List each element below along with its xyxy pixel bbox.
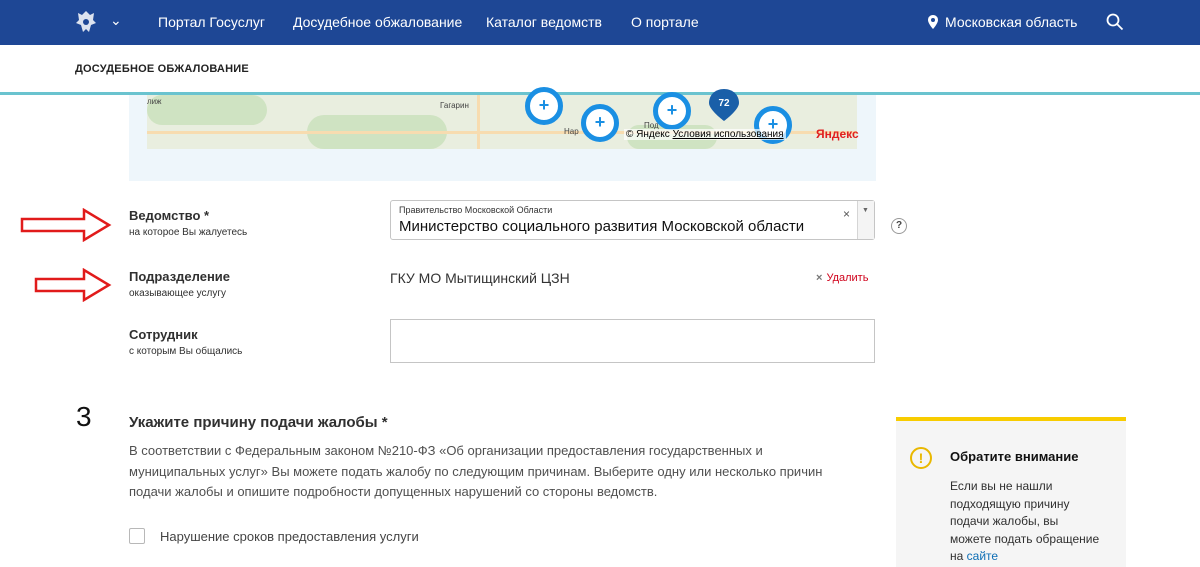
agency-label: Ведомство *	[129, 208, 210, 223]
search-icon[interactable]	[1106, 13, 1124, 31]
breadcrumb-bar: ДОСУДЕБНОЕ ОБЖАЛОВАНИЕ	[0, 45, 1200, 95]
agency-group: Правительство Московской Области	[399, 205, 553, 215]
map-road	[477, 95, 480, 149]
agency-sublabel: на которое Вы жалуетесь	[129, 227, 248, 238]
notice-title: Обратите внимание	[950, 449, 1079, 464]
breadcrumb[interactable]: ДОСУДЕБНОЕ ОБЖАЛОВАНИЕ	[75, 63, 249, 75]
reason-label[interactable]: Нарушение сроков предоставления услуги	[160, 529, 419, 544]
map-cluster-marker[interactable]: +	[525, 87, 563, 125]
yandex-logo: Яндекс	[816, 127, 859, 141]
step-description: В соответствии с Федеральным законом №21…	[129, 443, 823, 499]
dept-label: Подразделение	[129, 269, 231, 284]
nav-about[interactable]: О портале	[631, 14, 699, 30]
map-forest	[147, 95, 267, 125]
clear-icon[interactable]: ×	[843, 207, 850, 221]
map-copyright-text: © Яндекс	[626, 129, 670, 140]
site-link[interactable]: сайте	[967, 549, 998, 563]
step-title: Укажите причину подачи жалобы *	[129, 414, 388, 431]
dept-sublabel: оказывающее услугу	[129, 288, 227, 299]
close-icon: ×	[816, 272, 823, 284]
employee-sublabel: с которым Вы общались	[129, 346, 243, 357]
map-cluster-marker[interactable]: +	[581, 104, 619, 142]
chevron-down-icon[interactable]: ⌄	[110, 12, 122, 29]
step-number: 3	[76, 401, 92, 432]
employee-field[interactable]	[390, 319, 875, 363]
dept-value: ГКУ МО Мытищинский ЦЗН	[390, 270, 570, 286]
map-town: Гагарин	[440, 101, 469, 110]
nav-catalog[interactable]: Каталог ведомств	[486, 14, 602, 30]
map-terms-link[interactable]: Условия использования	[673, 129, 784, 140]
triangle-down-icon: ▼	[862, 207, 869, 214]
delete-label: Удалить	[826, 272, 869, 284]
map-town: лиж	[147, 97, 162, 106]
dropdown-toggle[interactable]: ▼	[857, 201, 874, 239]
help-icon[interactable]: ?	[891, 218, 907, 234]
delete-button[interactable]: × Удалить	[816, 272, 868, 284]
agency-value: Министерство социального развития Москов…	[399, 218, 805, 235]
employee-label: Сотрудник	[129, 327, 198, 342]
nav-appeal[interactable]: Досудебное обжалование	[293, 14, 462, 30]
coat-of-arms-icon[interactable]	[72, 8, 100, 36]
region-selector[interactable]: Московская область	[928, 14, 1077, 30]
map-copyright: © Яндекс Условия использования	[624, 129, 786, 140]
warning-icon: !	[910, 447, 932, 469]
red-arrow-annotation	[34, 268, 112, 302]
top-navbar: ⌄ Портал Госуслуг Досудебное обжалование…	[0, 0, 1200, 45]
map-town: Нар	[564, 127, 579, 136]
notice-text: Если вы не нашли подходящую причину пода…	[950, 478, 1100, 566]
map-cluster-marker[interactable]: +	[653, 92, 691, 130]
map-balloon-count: 72	[718, 98, 730, 109]
nav-portal[interactable]: Портал Госуслуг	[158, 14, 265, 30]
location-pin-icon	[928, 15, 938, 29]
reason-checkbox[interactable]	[129, 528, 145, 544]
yandex-map[interactable]: лиж Гагарин Нар Под	[147, 95, 857, 149]
region-label: Московская область	[945, 14, 1078, 30]
notice-box: ! Обратите внимание Если вы не нашли под…	[896, 417, 1126, 567]
agency-select[interactable]: Правительство Московской Области Министе…	[390, 200, 875, 240]
red-arrow-annotation	[20, 208, 112, 242]
